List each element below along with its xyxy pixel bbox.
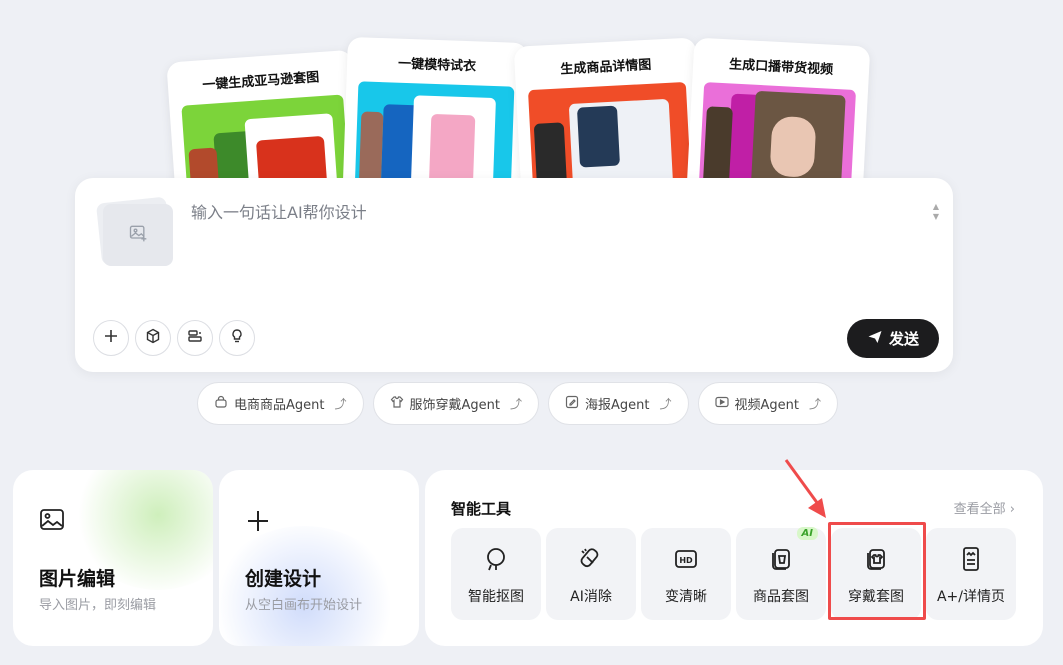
lightbulb-icon: [229, 328, 245, 348]
feature-cards: 一键生成亚马逊套图 一键模特试衣 生成商品详情图 生成口播带货视频: [0, 0, 1063, 233]
clothing-icon: [390, 395, 404, 413]
plus-icon: [245, 508, 271, 538]
prompt-input[interactable]: [189, 202, 889, 223]
svg-text:HD: HD: [679, 556, 693, 565]
cutout-icon: [483, 546, 509, 576]
tool-label: 商品套图: [753, 589, 809, 605]
feature-card-title: 一键生成亚马逊套图: [201, 70, 320, 94]
plus-icon: [103, 328, 119, 348]
tool-smart-cutout[interactable]: 智能抠图: [451, 528, 541, 620]
smart-tools-title: 智能工具: [451, 500, 512, 518]
model-3d-button[interactable]: [135, 320, 171, 356]
see-all-label: 查看全部: [953, 502, 1006, 517]
smart-tools-list: 智能抠图 AI消除 HD 变清晰 AI 商品套图 穿戴套图 A+/详情页: [451, 527, 1016, 620]
tool-ai-erase[interactable]: AI消除: [546, 528, 636, 620]
inspiration-button[interactable]: [219, 320, 255, 356]
hd-icon: HD: [673, 546, 699, 576]
detail-page-icon: [958, 546, 984, 576]
cube-icon: [145, 328, 161, 348]
image-icon: [39, 508, 65, 536]
send-button[interactable]: 发送: [847, 319, 939, 358]
external-arrow-icon: ⤴: [659, 397, 672, 411]
ai-badge: AI: [796, 527, 818, 540]
image-upload-button[interactable]: [95, 196, 173, 266]
image-edit-subtitle: 导入图片，即刻编辑: [39, 598, 157, 613]
tool-label: 变清晰: [665, 589, 707, 605]
agent-chip-ecommerce[interactable]: 电商商品Agent ⤴: [197, 382, 364, 425]
agent-chip-label: 服饰穿戴Agent: [409, 398, 500, 413]
agent-chips: 电商商品Agent ⤴ 服饰穿戴Agent ⤴ 海报Agent ⤴ 视频Agen…: [197, 382, 838, 425]
create-design-card[interactable]: 创建设计 从空白画布开始设计: [219, 470, 419, 646]
eraser-icon: [578, 546, 604, 576]
tool-enhance[interactable]: HD 变清晰: [641, 528, 731, 620]
agent-chip-label: 视频Agent: [734, 398, 799, 413]
prompt-tools: [93, 320, 255, 356]
smart-tools-panel: 智能工具 查看全部 › 智能抠图 AI消除 HD 变清晰 AI 商品套图 穿戴套…: [425, 470, 1043, 646]
prompt-box: ▲▼ 发送: [75, 178, 953, 372]
agent-chip-video[interactable]: 视频Agent ⤴: [697, 382, 838, 425]
feature-card-title: 生成口播带货视频: [728, 57, 834, 78]
image-edit-card[interactable]: 图片编辑 导入图片，即刻编辑: [13, 470, 213, 646]
tool-label: A+/详情页: [936, 589, 1006, 605]
add-button[interactable]: [93, 320, 129, 356]
agent-chip-poster[interactable]: 海报Agent ⤴: [548, 382, 689, 425]
image-edit-title: 图片编辑: [39, 568, 116, 590]
layout-button[interactable]: [177, 320, 213, 356]
resize-handle[interactable]: ▲ ▼: [933, 202, 939, 222]
send-label: 发送: [888, 330, 919, 348]
annotation-arrow-icon: [784, 459, 826, 518]
create-design-title: 创建设计: [245, 568, 322, 590]
see-all-link[interactable]: 查看全部 ›: [954, 498, 1015, 517]
video-icon: [714, 395, 729, 413]
external-arrow-icon: ⤴: [334, 397, 347, 411]
edit-icon: [565, 395, 579, 413]
feature-card-title: 一键模特试衣: [397, 56, 477, 75]
layout-icon: [187, 328, 203, 348]
bag-icon: [214, 395, 228, 413]
agent-chip-label: 电商商品Agent: [234, 398, 325, 413]
tool-product-set[interactable]: AI 商品套图: [736, 527, 826, 620]
chevron-right-icon: ›: [1009, 502, 1015, 517]
external-arrow-icon: ⤴: [509, 397, 522, 411]
tool-detail-page[interactable]: A+/详情页: [926, 528, 1016, 620]
agent-chip-label: 海报Agent: [585, 398, 650, 413]
feature-card-title: 生成商品详情图: [560, 57, 652, 78]
send-icon: [867, 329, 883, 349]
agent-chip-clothing[interactable]: 服饰穿戴Agent ⤴: [372, 382, 539, 425]
tool-label: 智能抠图: [468, 589, 524, 605]
add-image-icon: [128, 223, 148, 247]
external-arrow-icon: ⤴: [808, 397, 821, 411]
highlight-box: [828, 522, 926, 620]
create-design-subtitle: 从空白画布开始设计: [245, 598, 363, 613]
product-set-icon: [768, 546, 794, 576]
tool-label: AI消除: [570, 589, 612, 605]
